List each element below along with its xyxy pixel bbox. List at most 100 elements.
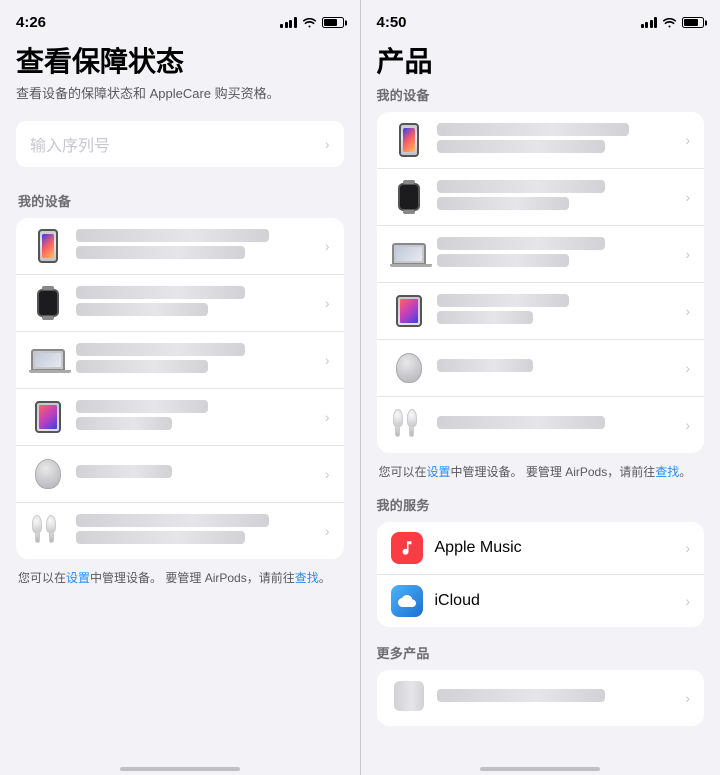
table-row[interactable]: › bbox=[377, 670, 705, 726]
more-product-icon bbox=[391, 680, 427, 716]
right-status-bar: 4:50 bbox=[361, 0, 720, 37]
services-list: Apple Music › iCloud › bbox=[377, 522, 705, 627]
device-homepod-icon bbox=[391, 350, 427, 386]
table-row[interactable]: › bbox=[377, 169, 705, 226]
left-status-bar: 4:26 bbox=[0, 0, 360, 37]
signal-icon bbox=[280, 17, 297, 28]
table-row[interactable]: › bbox=[16, 275, 344, 332]
device-text bbox=[437, 237, 678, 271]
device-text bbox=[437, 359, 678, 376]
serial-input-row[interactable]: 输入序列号 › bbox=[16, 121, 344, 167]
row-chevron-icon: › bbox=[685, 593, 690, 609]
device-text bbox=[437, 416, 678, 433]
row-chevron-icon: › bbox=[325, 295, 330, 311]
wifi-icon bbox=[302, 17, 317, 28]
wifi-icon bbox=[662, 17, 677, 28]
signal-icon bbox=[641, 17, 658, 28]
device-text bbox=[437, 294, 678, 328]
icloud-icon bbox=[391, 585, 423, 617]
right-my-devices-label: 我的设备 bbox=[377, 85, 705, 104]
device-text bbox=[76, 465, 317, 482]
row-chevron-icon: › bbox=[685, 360, 690, 376]
page-subtitle: 查看设备的保障状态和 AppleCare 购买资格。 bbox=[16, 85, 344, 103]
device-text bbox=[437, 689, 678, 706]
device-homepod-icon bbox=[30, 456, 66, 492]
home-indicator bbox=[480, 767, 600, 771]
right-page-title: 产品 bbox=[377, 45, 705, 79]
device-list: › › bbox=[16, 218, 344, 559]
row-chevron-icon: › bbox=[325, 466, 330, 482]
device-text bbox=[76, 514, 317, 548]
icloud-label: iCloud bbox=[435, 592, 678, 610]
table-row[interactable]: › bbox=[377, 397, 705, 453]
row-chevron-icon: › bbox=[325, 409, 330, 425]
table-row[interactable]: Apple Music › bbox=[377, 522, 705, 575]
my-services-label: 我的服务 bbox=[377, 495, 705, 514]
table-row[interactable]: › bbox=[16, 218, 344, 275]
device-text bbox=[76, 343, 317, 377]
right-time: 4:50 bbox=[377, 14, 407, 31]
left-time: 4:26 bbox=[16, 14, 46, 31]
device-watch-icon bbox=[30, 285, 66, 321]
row-chevron-icon: › bbox=[685, 303, 690, 319]
table-row[interactable]: › bbox=[377, 283, 705, 340]
device-iphone-icon bbox=[30, 228, 66, 264]
table-row[interactable]: › bbox=[16, 389, 344, 446]
row-chevron-icon: › bbox=[325, 352, 330, 368]
right-status-icons bbox=[641, 17, 705, 28]
bottom-bar bbox=[0, 753, 360, 775]
device-watch-icon bbox=[391, 179, 427, 215]
table-row[interactable]: › bbox=[16, 503, 344, 559]
chevron-right-icon: › bbox=[325, 136, 330, 152]
right-bottom-bar bbox=[361, 753, 720, 775]
table-row[interactable]: iCloud › bbox=[377, 575, 705, 627]
row-chevron-icon: › bbox=[685, 132, 690, 148]
device-ipad-icon bbox=[391, 293, 427, 329]
home-indicator bbox=[120, 767, 240, 771]
right-device-list: › › bbox=[377, 112, 705, 453]
device-text bbox=[76, 400, 317, 434]
table-row[interactable]: › bbox=[377, 340, 705, 397]
find-link[interactable]: 查找 bbox=[295, 571, 319, 585]
device-iphone-icon bbox=[391, 122, 427, 158]
page-title: 查看保障状态 bbox=[16, 45, 344, 79]
battery-icon bbox=[322, 17, 344, 28]
more-products-section: 更多产品 › bbox=[377, 643, 705, 726]
footer-note: 您可以在设置中管理设备。 要管理 AirPods，请前往查找。 bbox=[16, 569, 344, 587]
table-row[interactable]: › bbox=[377, 226, 705, 283]
row-chevron-icon: › bbox=[685, 246, 690, 262]
device-text bbox=[437, 180, 678, 214]
more-products-label: 更多产品 bbox=[377, 643, 705, 662]
device-ipad-icon bbox=[30, 399, 66, 435]
settings-link[interactable]: 设置 bbox=[66, 571, 90, 585]
more-products-list: › bbox=[377, 670, 705, 726]
device-text bbox=[437, 123, 678, 157]
left-phone-screen: 4:26 查看保障状态 查看设备的保障状态和 AppleCare 购买资格。 输… bbox=[0, 0, 360, 775]
device-airpods-icon bbox=[30, 513, 66, 549]
right-find-link[interactable]: 查找 bbox=[655, 465, 679, 479]
device-macbook-icon bbox=[391, 236, 427, 272]
left-screen-content: 查看保障状态 查看设备的保障状态和 AppleCare 购买资格。 输入序列号 … bbox=[0, 37, 360, 753]
device-airpods-icon bbox=[391, 407, 427, 443]
right-screen-content: 产品 我的设备 › bbox=[361, 37, 720, 753]
device-text bbox=[76, 229, 317, 263]
battery-icon bbox=[682, 17, 704, 28]
row-chevron-icon: › bbox=[685, 189, 690, 205]
my-devices-label: 我的设备 bbox=[18, 191, 344, 210]
row-chevron-icon: › bbox=[325, 238, 330, 254]
table-row[interactable]: › bbox=[16, 332, 344, 389]
right-phone-screen: 4:50 产品 我的设备 bbox=[361, 0, 720, 775]
row-chevron-icon: › bbox=[685, 690, 690, 706]
device-text bbox=[76, 286, 317, 320]
right-footer-note: 您可以在设置中管理设备。 要管理 AirPods，请前往查找。 bbox=[377, 463, 705, 481]
left-status-icons bbox=[280, 17, 344, 28]
apple-music-label: Apple Music bbox=[435, 539, 678, 557]
row-chevron-icon: › bbox=[685, 540, 690, 556]
row-chevron-icon: › bbox=[685, 417, 690, 433]
table-row[interactable]: › bbox=[16, 446, 344, 503]
row-chevron-icon: › bbox=[325, 523, 330, 539]
serial-placeholder: 输入序列号 bbox=[30, 132, 110, 156]
right-settings-link[interactable]: 设置 bbox=[427, 465, 451, 479]
apple-music-icon bbox=[391, 532, 423, 564]
table-row[interactable]: › bbox=[377, 112, 705, 169]
